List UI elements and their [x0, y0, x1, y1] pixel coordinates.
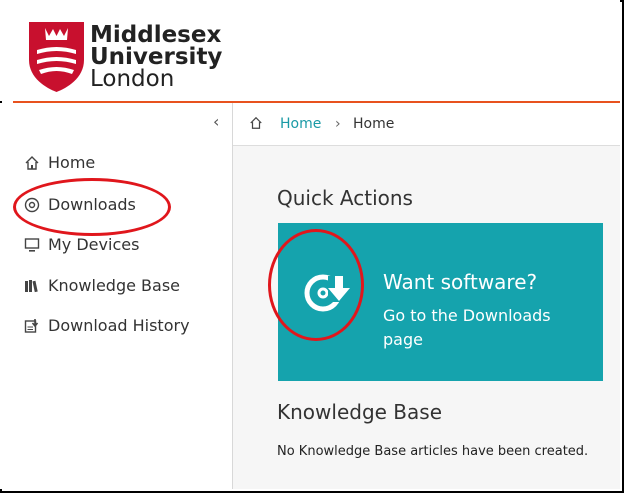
- sidebar-item-home[interactable]: Home: [24, 153, 95, 172]
- disc-download-icon: [304, 274, 350, 312]
- sidebar-item-downloads[interactable]: Downloads: [24, 195, 136, 214]
- logo-line-1: Middlesex: [90, 22, 222, 48]
- download-history-icon: [24, 318, 42, 334]
- knowledge-base-heading: Knowledge Base: [277, 400, 442, 424]
- monitor-icon: [24, 237, 42, 253]
- disc-icon: [24, 197, 42, 213]
- tile-subtitle[interactable]: Go to the Downloads page: [383, 304, 583, 352]
- sidebar-item-label: Home: [48, 153, 96, 172]
- downloads-quick-action-tile[interactable]: [278, 223, 603, 381]
- sidebar-item-label: Downloads: [48, 195, 136, 214]
- home-icon: [24, 155, 42, 171]
- tile-title: Want software?: [383, 270, 538, 294]
- sidebar-item-download-history[interactable]: Download History: [24, 316, 190, 335]
- university-crest-icon: [29, 22, 84, 92]
- sidebar-item-knowledge-base[interactable]: Knowledge Base: [24, 276, 180, 295]
- sidebar-item-label: Download History: [48, 316, 190, 335]
- breadcrumb-current: Home: [353, 116, 395, 132]
- quick-actions-heading: Quick Actions: [277, 186, 413, 210]
- sidebar-item-label: Knowledge Base: [48, 276, 180, 295]
- breadcrumb-separator: ›: [335, 116, 341, 132]
- books-icon: [24, 278, 42, 294]
- sidebar-item-label: My Devices: [48, 235, 140, 254]
- sidebar-collapse-button[interactable]: ‹: [213, 112, 219, 131]
- breadcrumb: Home › Home: [233, 103, 620, 146]
- knowledge-base-empty-message: No Knowledge Base articles have been cre…: [277, 444, 589, 459]
- sidebar-item-my-devices[interactable]: My Devices: [24, 235, 139, 254]
- logo-line-2: University: [90, 44, 223, 70]
- logo-line-3: London: [90, 66, 175, 92]
- site-header: Middlesex University London: [0, 0, 620, 101]
- breadcrumb-home-icon[interactable]: [249, 116, 263, 134]
- university-logo-text: Middlesex University London: [90, 22, 223, 92]
- breadcrumb-home-link[interactable]: Home: [280, 116, 321, 132]
